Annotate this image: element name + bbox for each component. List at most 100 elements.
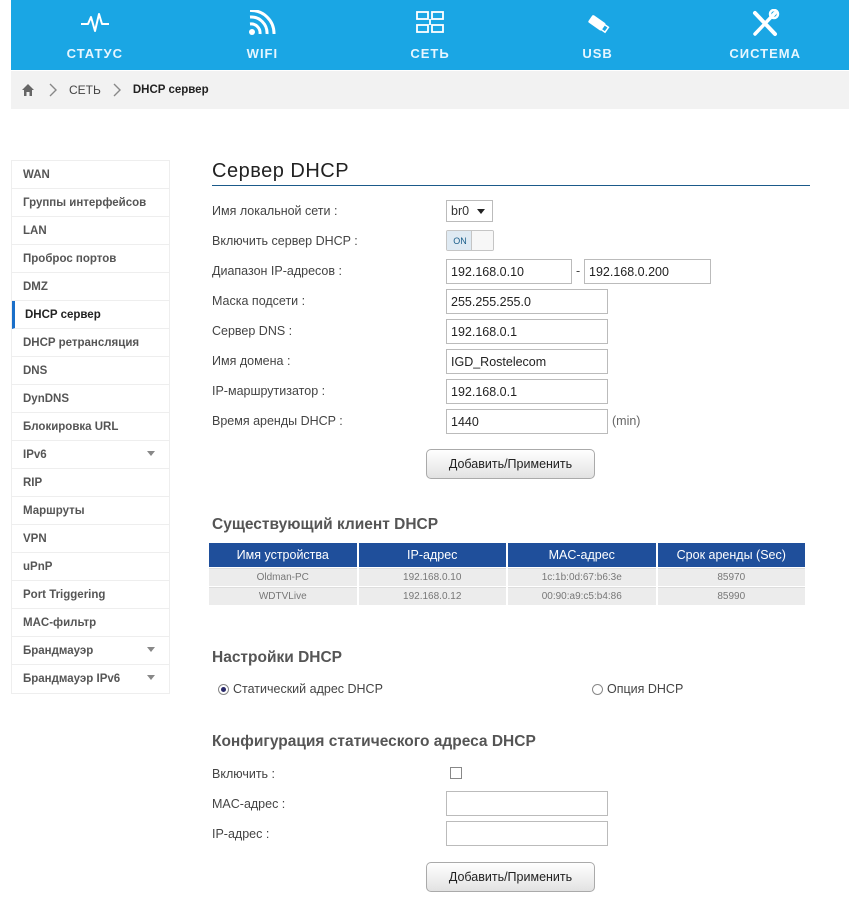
static-config-title: Конфигурация статического адреса DHCP (212, 733, 536, 750)
sidebar-item-label: Группы интерфейсов (23, 196, 147, 209)
sidebar-item-dyndns[interactable]: DynDNS (12, 385, 169, 413)
sidebar-item-label: uPnP (23, 560, 53, 573)
column-header-mac-address: MAC-адрес (507, 543, 656, 567)
wifi-icon (245, 8, 279, 38)
static-mac-label: MAC-адрес : (212, 797, 286, 811)
sidebar-item-label: Port Triggering (23, 588, 106, 601)
subnet-mask-label: Маска подсети : (212, 294, 306, 308)
sidebar-item-label: DMZ (23, 280, 48, 293)
ip-router-input[interactable] (446, 379, 608, 404)
home-icon[interactable] (21, 82, 37, 98)
table-row: Oldman-PC 192.168.0.10 1c:1b:0d:67:b6:3e… (209, 568, 805, 586)
nav-item-system[interactable]: СИСТЕМА (681, 0, 849, 70)
nav-label: СИСТЕМА (729, 46, 801, 61)
sidebar-item-label: Проброс портов (23, 252, 117, 265)
nav-label: СЕТЬ (410, 46, 450, 61)
static-dhcp-radio[interactable] (218, 684, 229, 695)
column-header-lease-time: Срок аренды (Sec) (657, 543, 805, 567)
breadcrumb-current: DHCP сервер (132, 84, 209, 96)
sidebar-item-dhcp-server[interactable]: DHCP сервер (12, 301, 169, 329)
sidebar-item-lan[interactable]: LAN (12, 217, 169, 245)
static-ip-input[interactable] (446, 821, 608, 846)
tools-icon (748, 8, 782, 38)
breadcrumb: СЕТЬ DHCP сервер (11, 71, 849, 109)
breadcrumb-network[interactable]: СЕТЬ (69, 83, 101, 97)
main-content: Сервер DHCP Имя локальной сети : br0 Вкл… (209, 160, 812, 892)
sidebar-item-firewall-ipv6[interactable]: Брандмауэр IPv6 (12, 665, 169, 693)
ip-router-label: IP-маршрутизатор : (212, 384, 326, 398)
sidebar-item-label: RIP (23, 476, 43, 489)
caret-down-icon (147, 675, 155, 680)
chevron-right-icon (37, 83, 69, 97)
toggle-knob (471, 231, 493, 250)
lease-time-input[interactable] (446, 409, 608, 434)
domain-name-input[interactable] (446, 349, 608, 374)
sidebar-item-label: DynDNS (23, 392, 70, 405)
sidebar-item-port-triggering[interactable]: Port Triggering (12, 581, 169, 609)
static-enable-checkbox[interactable] (450, 767, 462, 779)
lease-time-unit: (min) (612, 414, 641, 428)
dns-server-input[interactable] (446, 319, 608, 344)
dns-server-label: Сервер DNS : (212, 324, 293, 338)
nav-label: USB (582, 46, 613, 61)
sidebar: WAN Группы интерфейсов LAN Проброс порто… (11, 160, 170, 694)
ip-range-end-input[interactable] (584, 259, 711, 284)
sidebar-item-rip[interactable]: RIP (12, 469, 169, 497)
ip-range-start-input[interactable] (446, 259, 572, 284)
sidebar-item-dhcp-relay[interactable]: DHCP ретрансляция (12, 329, 169, 357)
caret-down-icon (147, 647, 155, 652)
sidebar-item-label: DNS (23, 364, 48, 377)
static-apply-button[interactable]: Добавить/Применить (426, 862, 595, 892)
lan-name-value: br0 (451, 204, 470, 218)
sidebar-item-routes[interactable]: Маршруты (12, 497, 169, 525)
static-dhcp-label: Статический адрес DHCP (233, 682, 383, 696)
lan-name-select[interactable]: br0 (446, 200, 493, 222)
sidebar-item-label: VPN (23, 532, 47, 545)
page-title: Сервер DHCP (212, 160, 810, 186)
cell-device-name: Oldman-PC (209, 568, 357, 586)
apply-button[interactable]: Добавить/Применить (426, 449, 595, 479)
nav-item-status[interactable]: СТАТУС (11, 0, 179, 70)
cell-lease-time: 85990 (657, 587, 805, 605)
sidebar-item-firewall[interactable]: Брандмауэр (12, 637, 169, 665)
nav-item-network[interactable]: СЕТЬ (346, 0, 514, 70)
cell-mac-address: 00:90:a9:c5:b4:86 (507, 587, 656, 605)
nav-item-wifi[interactable]: WIFI (179, 0, 347, 70)
sidebar-item-url-block[interactable]: Блокировка URL (12, 413, 169, 441)
column-header-device-name: Имя устройства (209, 543, 357, 567)
dhcp-option-radio[interactable] (592, 684, 603, 695)
static-mac-input[interactable] (446, 791, 608, 816)
table-header-row: Имя устройства IP-адрес MAC-адрес Срок а… (209, 543, 805, 567)
subnet-mask-input[interactable] (446, 289, 608, 314)
dhcp-settings-title: Настройки DHCP (212, 649, 343, 666)
chevron-right-icon (101, 83, 133, 97)
enable-dhcp-toggle[interactable]: ON (446, 230, 494, 251)
nav-item-usb[interactable]: USB (514, 0, 682, 70)
usb-icon (581, 8, 615, 38)
column-header-ip-address: IP-адрес (358, 543, 506, 567)
table-row: WDTVLive 192.168.0.12 00:90:a9:c5:b4:86 … (209, 587, 805, 605)
cell-lease-time: 85970 (657, 568, 805, 586)
sidebar-item-dns[interactable]: DNS (12, 357, 169, 385)
sidebar-item-wan[interactable]: WAN (12, 161, 169, 189)
sidebar-item-label: Маршруты (23, 504, 85, 517)
sidebar-item-port-forwarding[interactable]: Проброс портов (12, 245, 169, 273)
pulse-icon (78, 8, 112, 38)
dhcp-option-label: Опция DHCP (607, 682, 684, 696)
cell-ip-address: 192.168.0.10 (358, 568, 506, 586)
domain-name-label: Имя домена : (212, 354, 291, 368)
sidebar-item-upnp[interactable]: uPnP (12, 553, 169, 581)
sidebar-item-label: LAN (23, 224, 47, 237)
cell-device-name: WDTVLive (209, 587, 357, 605)
cell-mac-address: 1c:1b:0d:67:b6:3e (507, 568, 656, 586)
sidebar-item-mac-filter[interactable]: MAC-фильтр (12, 609, 169, 637)
nav-label: WIFI (246, 46, 279, 61)
sidebar-item-ipv6[interactable]: IPv6 (12, 441, 169, 469)
lan-name-label: Имя локальной сети : (212, 204, 338, 218)
sidebar-item-vpn[interactable]: VPN (12, 525, 169, 553)
sidebar-item-dmz[interactable]: DMZ (12, 273, 169, 301)
caret-down-icon (147, 451, 155, 456)
nav-label: СТАТУС (66, 46, 123, 61)
enable-dhcp-label: Включить сервер DHCP : (212, 234, 358, 248)
sidebar-item-interface-groups[interactable]: Группы интерфейсов (12, 189, 169, 217)
